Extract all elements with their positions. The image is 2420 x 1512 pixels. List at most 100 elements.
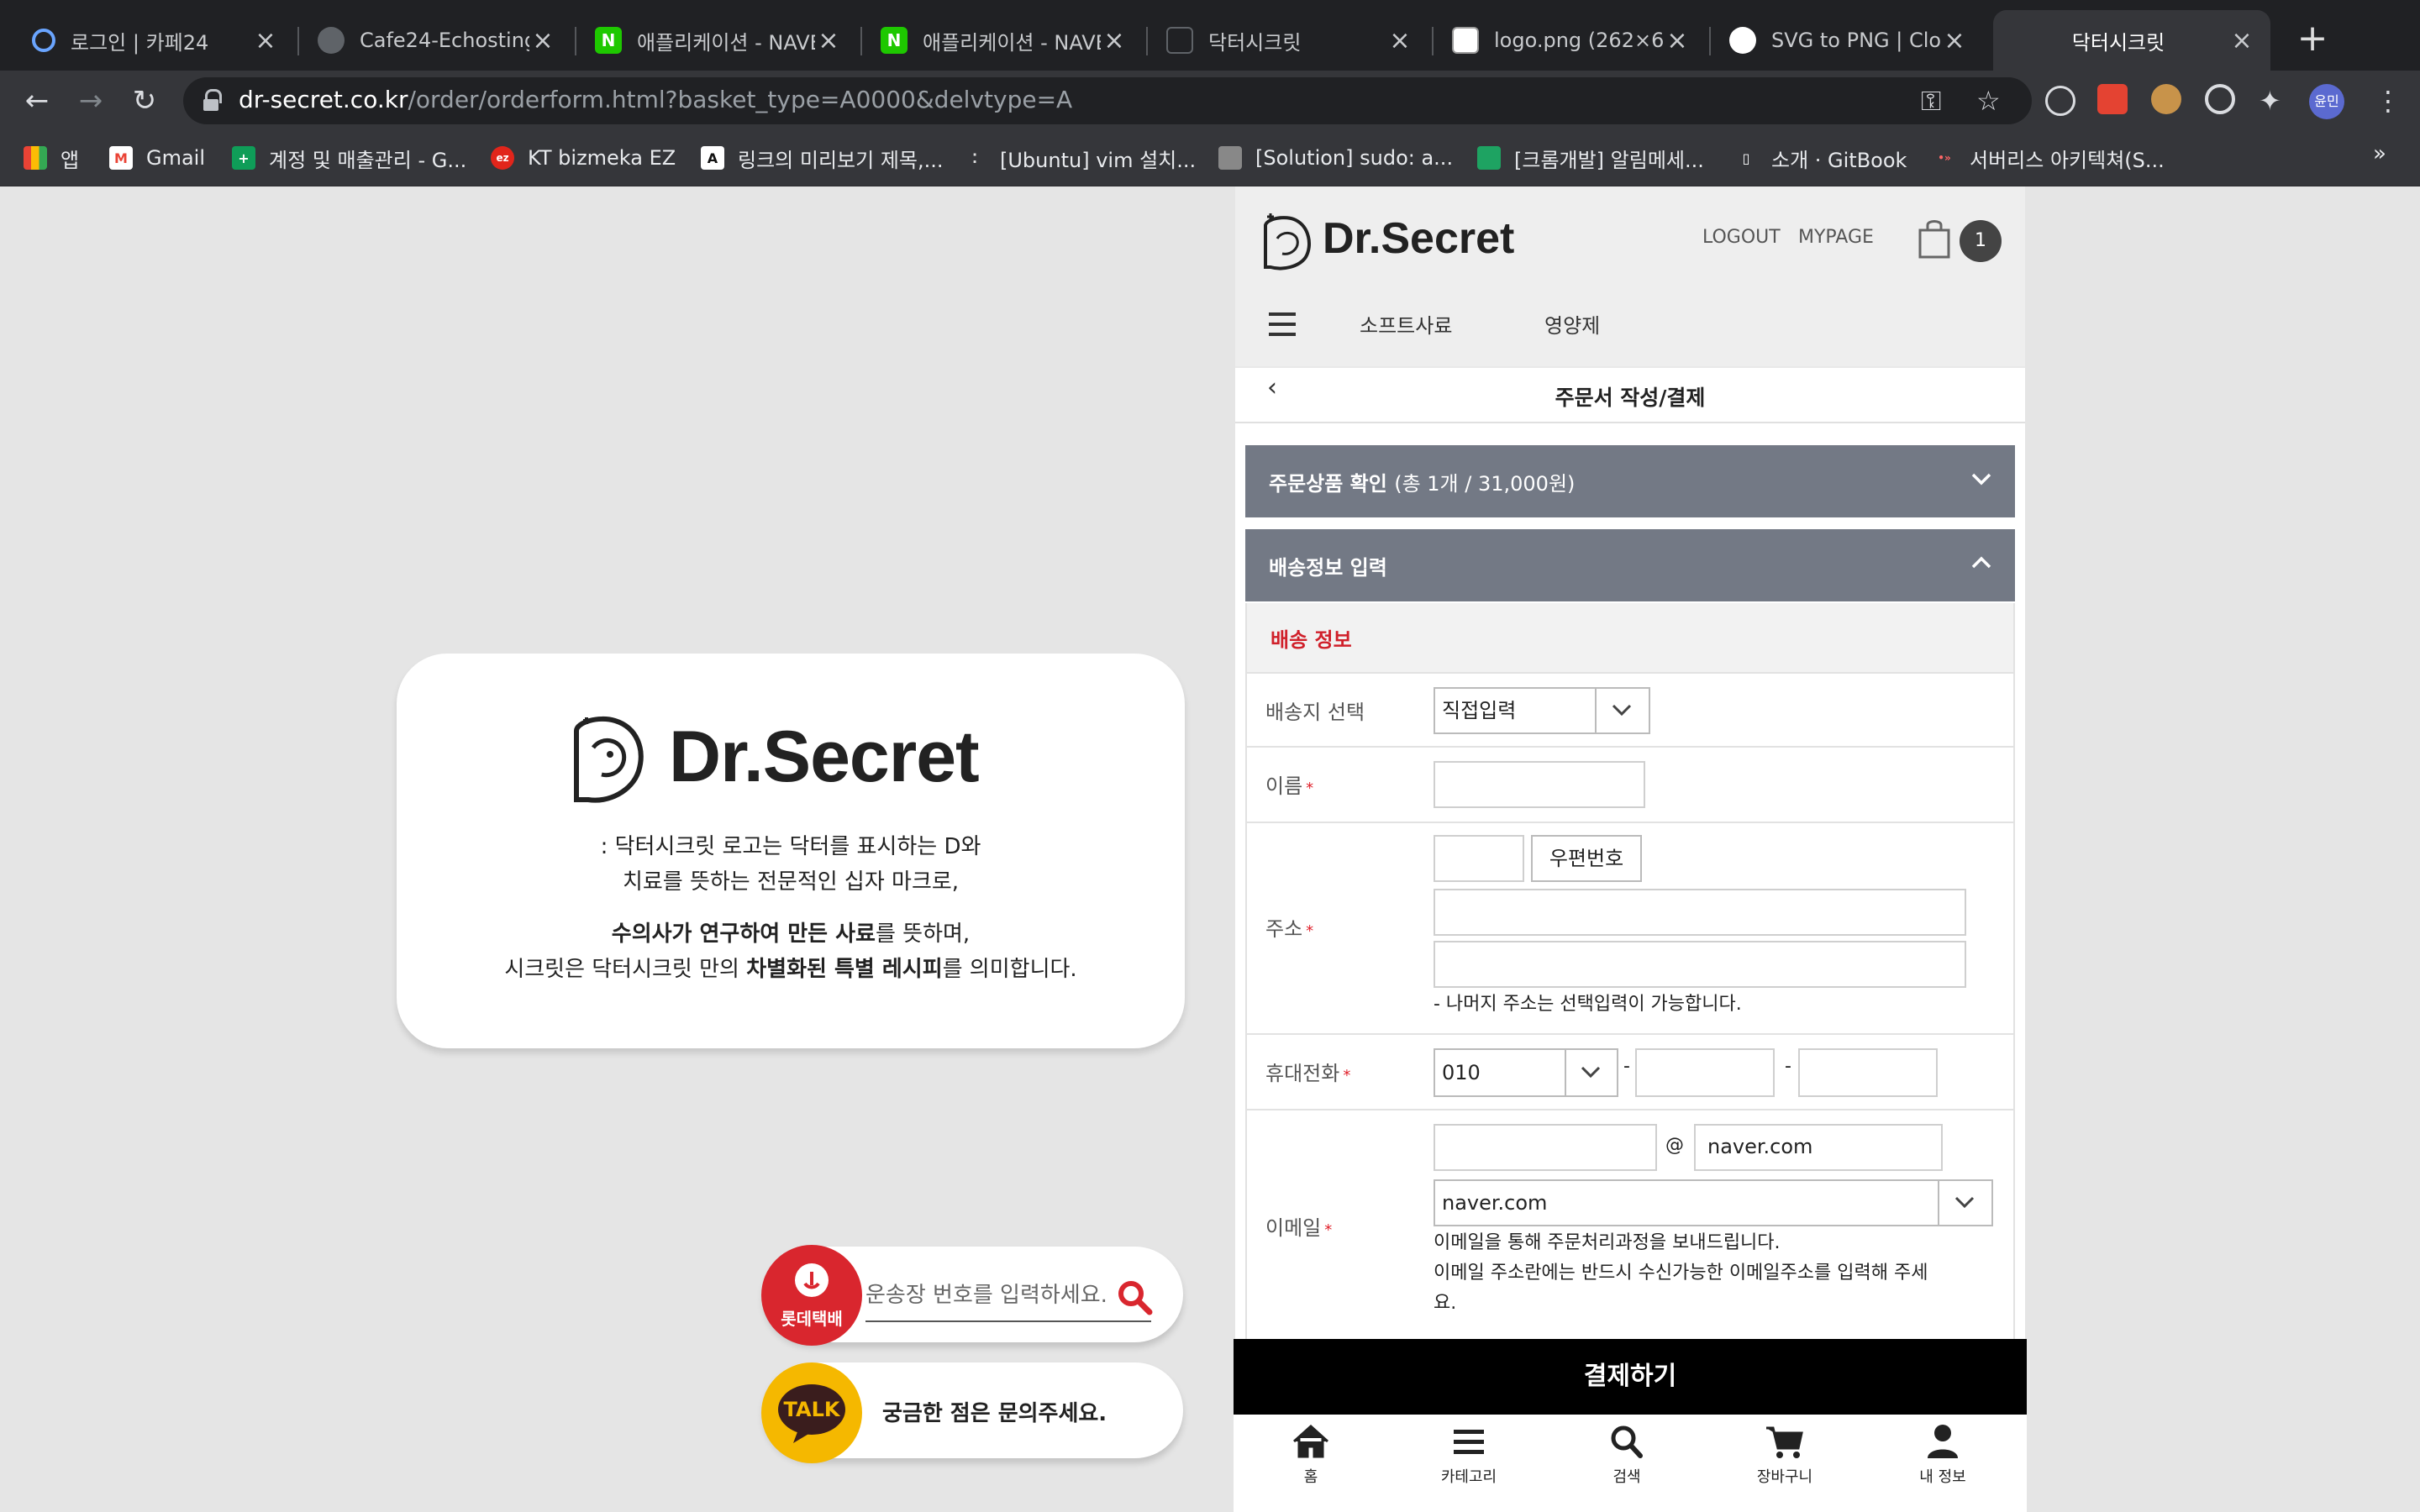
bottom-nav-label: 장바구니 bbox=[1756, 1468, 1813, 1486]
kakao-talk-text[interactable]: 궁금한 점은 문의주세요. bbox=[882, 1396, 1107, 1427]
destination-select[interactable]: 직접입력 bbox=[1434, 687, 1650, 734]
tab-close-icon[interactable]: × bbox=[1664, 26, 1691, 55]
extensions-puzzle-icon[interactable]: ✦ bbox=[2259, 84, 2281, 118]
browser-tab-active[interactable]: 닥터시크릿 × bbox=[1993, 10, 2270, 71]
bookmark-label: 소개 · GitBook bbox=[1771, 148, 1907, 172]
bookmark-serverless[interactable]: •» 서버리스 아키텍쳐(S... bbox=[1933, 143, 2164, 173]
shopping-bag-icon[interactable] bbox=[1918, 218, 1951, 259]
bookmark-chrome-dev[interactable]: [크롬개발] 알림메세... bbox=[1477, 143, 1704, 173]
key-icon[interactable]: ⚿ bbox=[1921, 84, 1941, 118]
phone-middle-input[interactable] bbox=[1635, 1048, 1775, 1097]
bookmark-link-preview[interactable]: A 링크의 미리보기 제목,... bbox=[701, 143, 944, 173]
phone-prefix-select[interactable]: 010 bbox=[1434, 1048, 1618, 1097]
address-line1-input[interactable] bbox=[1434, 889, 1966, 936]
kakao-talk-icon[interactable]: TALK bbox=[761, 1362, 862, 1463]
target-icon[interactable] bbox=[2205, 84, 2235, 114]
bottom-nav-category[interactable]: 카테고리 bbox=[1418, 1423, 1519, 1487]
back-arrow-icon[interactable]: ← bbox=[18, 82, 55, 119]
browser-tab[interactable]: N 애플리케이션 - NAVER × bbox=[580, 10, 857, 71]
url-text[interactable]: dr-secret.co.kr/order/orderform.html?bas… bbox=[239, 86, 1072, 113]
bottom-nav-search[interactable]: 검색 bbox=[1576, 1423, 1677, 1487]
browser-tab[interactable]: SVG to PNG | Clou × bbox=[1714, 10, 1983, 71]
reload-icon[interactable]: ↻ bbox=[126, 82, 163, 119]
hamburger-menu-icon[interactable] bbox=[1269, 312, 1296, 336]
react-devtools-icon[interactable] bbox=[2045, 86, 2075, 116]
bottom-nav-my-info[interactable]: 내 정보 bbox=[1892, 1423, 1993, 1487]
bookmark-apps[interactable]: 앱 bbox=[24, 143, 79, 173]
lotte-logo[interactable]: 롯데택배 bbox=[761, 1245, 862, 1346]
nav-supplements[interactable]: 영양제 bbox=[1544, 309, 1600, 339]
bookmark-label: [Solution] sudo: a... bbox=[1255, 146, 1454, 170]
bookmarks-overflow-icon[interactable]: » bbox=[2373, 141, 2386, 166]
header-logo-icon[interactable] bbox=[1260, 212, 1314, 270]
tab-close-icon[interactable]: × bbox=[815, 26, 842, 55]
tab-close-icon[interactable]: × bbox=[1941, 26, 1968, 55]
info-line-3-rest: 를 뜻하며, bbox=[875, 921, 971, 947]
tracking-number-input[interactable]: 운송장 번호를 입력하세요. bbox=[865, 1275, 1151, 1322]
tab-close-icon[interactable]: × bbox=[252, 26, 279, 55]
tab-separator bbox=[1146, 27, 1148, 55]
bookmark-label: [Ubuntu] vim 설치... bbox=[1000, 148, 1197, 172]
bookmark-gitbook[interactable]: ▯ 소개 · GitBook bbox=[1734, 143, 1907, 173]
info-line-3: 수의사가 연구하여 만든 사료를 뜻하며, bbox=[397, 917, 1185, 951]
cookie-icon[interactable] bbox=[2151, 84, 2181, 114]
zipcode-button[interactable]: 우편번호 bbox=[1531, 835, 1642, 882]
tab-close-icon[interactable]: × bbox=[1101, 26, 1128, 55]
header-logo-text[interactable]: Dr.Secret bbox=[1323, 213, 1514, 264]
page-title: 주문서 작성/결제 bbox=[1555, 386, 1706, 410]
browser-tab[interactable]: N 애플리케이션 - NAVER × bbox=[865, 10, 1143, 71]
search-icon[interactable] bbox=[1116, 1278, 1153, 1315]
bottom-nav-home[interactable]: 홈 bbox=[1260, 1423, 1361, 1487]
naver-icon: N bbox=[881, 27, 908, 54]
label-name: 이름 * bbox=[1265, 769, 1313, 799]
required-mark: * bbox=[1306, 780, 1314, 797]
tab-close-icon[interactable]: × bbox=[1386, 26, 1413, 55]
bookmark-sudo[interactable]: [Solution] sudo: a... bbox=[1218, 143, 1453, 173]
browser-tab[interactable]: 닥터시크릿 × bbox=[1151, 10, 1428, 71]
tab-separator bbox=[860, 27, 862, 55]
browser-tab[interactable]: 로그인 | 카페24 × bbox=[17, 10, 294, 71]
bookmark-bizmeka[interactable]: ez KT bizmeka EZ bbox=[491, 143, 676, 173]
naver-icon: N bbox=[595, 27, 622, 54]
accordion-shipping-info[interactable]: 배송정보 입력 bbox=[1245, 529, 2015, 601]
bookmark-gmail[interactable]: M Gmail bbox=[109, 143, 205, 173]
bottom-nav-cart[interactable]: 장바구니 bbox=[1734, 1423, 1835, 1487]
nav-soft-food[interactable]: 소프트사료 bbox=[1360, 309, 1452, 339]
list-icon bbox=[1454, 1430, 1484, 1454]
talk-badge-label: TALK bbox=[783, 1398, 840, 1421]
name-input[interactable] bbox=[1434, 761, 1645, 808]
sheets-icon: + bbox=[232, 146, 255, 170]
chevron-down-icon bbox=[1595, 689, 1649, 732]
profile-avatar[interactable]: 윤민 bbox=[2309, 84, 2344, 119]
mypage-link[interactable]: MYPAGE bbox=[1798, 227, 1874, 248]
bookmark-vim[interactable]: ⁚ [Ubuntu] vim 설치... bbox=[963, 143, 1196, 173]
new-tab-icon[interactable]: + bbox=[2294, 20, 2331, 57]
email-id-input[interactable] bbox=[1434, 1124, 1657, 1171]
forward-arrow-icon[interactable]: → bbox=[72, 82, 109, 119]
star-icon[interactable]: ☆ bbox=[1976, 84, 2001, 118]
label-phone-text: 휴대전화 bbox=[1265, 1062, 1340, 1085]
tab-close-icon[interactable]: × bbox=[2228, 26, 2255, 55]
more-menu-icon[interactable]: ⋮ bbox=[2375, 84, 2402, 118]
phone-last-input[interactable] bbox=[1798, 1048, 1938, 1097]
pay-button[interactable]: 결제하기 bbox=[1234, 1339, 2027, 1415]
address-line2-input[interactable] bbox=[1434, 941, 1966, 988]
email-domain-input[interactable]: naver.com bbox=[1694, 1124, 1943, 1171]
mobile-order-panel: Dr.Secret LOGOUT MYPAGE 1 소프트사료 영양제 ‹ 주문… bbox=[1235, 186, 2025, 1512]
chevron-up-icon bbox=[1971, 556, 1991, 569]
browser-tab[interactable]: Cafe24-Echosting × bbox=[302, 10, 571, 71]
accordion-order-items[interactable]: 주문상품 확인 (총 1개 / 31,000원) bbox=[1245, 445, 2015, 517]
tab-close-icon[interactable]: × bbox=[529, 26, 556, 55]
label-address: 주소 * bbox=[1265, 912, 1313, 942]
label-destination: 배송지 선택 bbox=[1265, 701, 1365, 724]
todoist-icon[interactable] bbox=[2097, 84, 2128, 114]
row-phone: 휴대전화 * 010 - - bbox=[1247, 1035, 2013, 1110]
browser-tab[interactable]: logo.png (262×62) × bbox=[1437, 10, 1706, 71]
bookmark-sheets[interactable]: + 계정 및 매출관리 - G... bbox=[232, 143, 466, 173]
info-line-1: : 닥터시크릿 로고는 닥터를 표시하는 D와 bbox=[600, 834, 981, 859]
bottom-nav-label: 검색 bbox=[1612, 1468, 1641, 1486]
zipcode-input[interactable] bbox=[1434, 835, 1524, 882]
cart-count-badge[interactable]: 1 bbox=[1960, 220, 2002, 262]
logout-link[interactable]: LOGOUT bbox=[1702, 227, 1781, 248]
email-domain-select[interactable]: naver.com bbox=[1434, 1179, 1993, 1226]
